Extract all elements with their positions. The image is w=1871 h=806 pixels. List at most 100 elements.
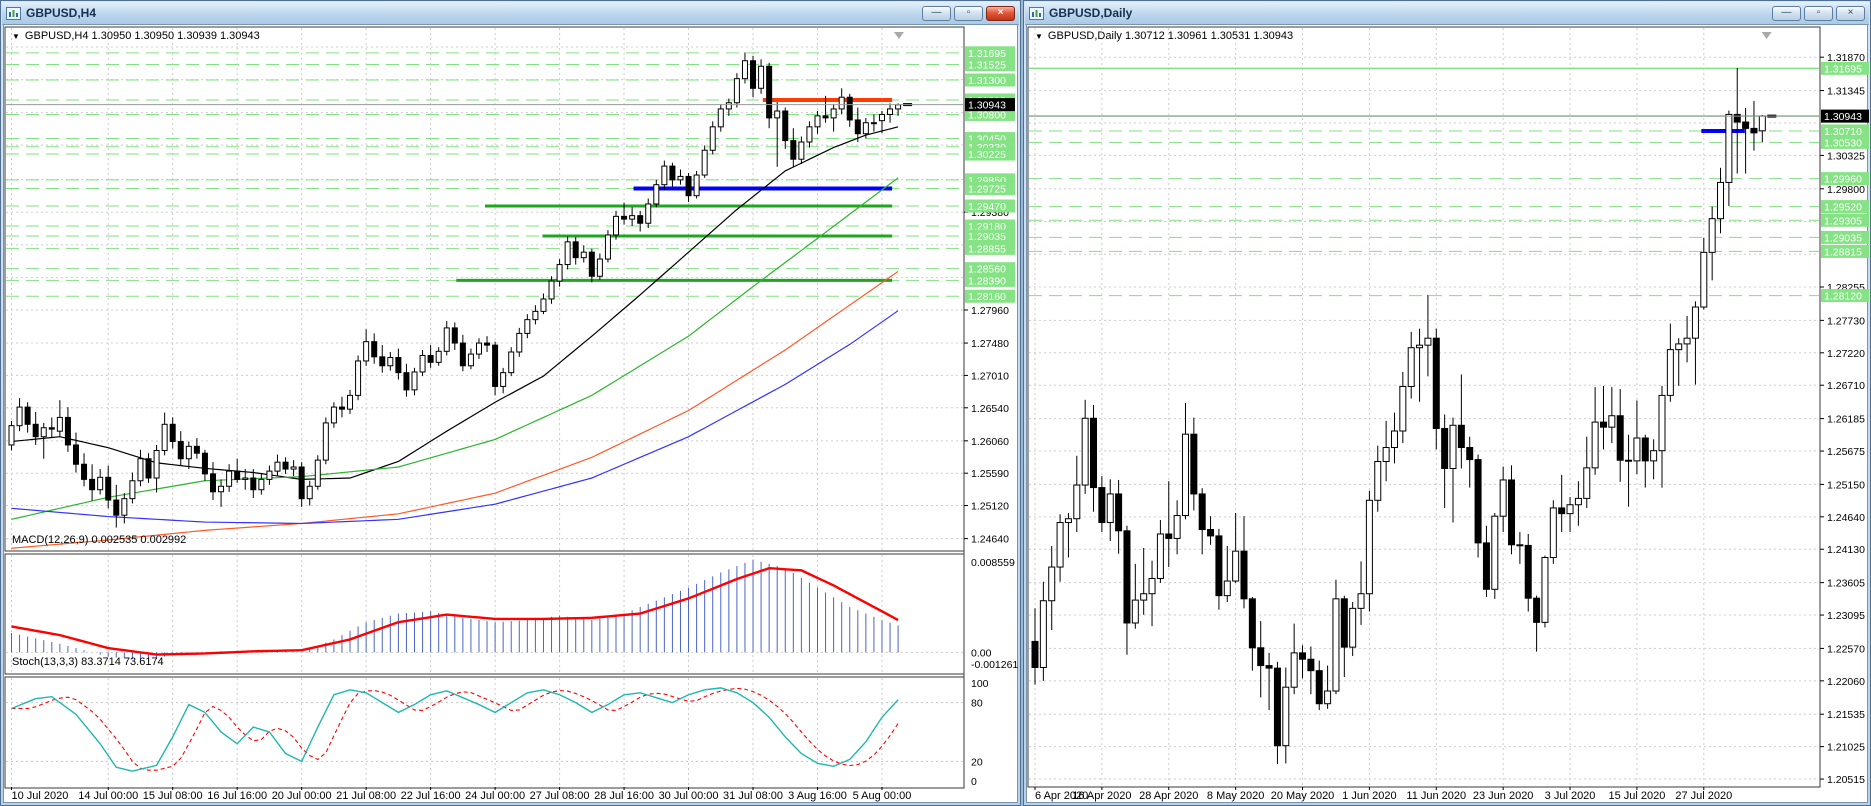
svg-text:1.27220: 1.27220 xyxy=(1827,348,1865,360)
macd-indicator-label: MACD(12,26,9) 0.002535 0.002992 xyxy=(12,534,187,546)
restore-button[interactable]: ▫ xyxy=(954,5,983,21)
window-titlebar[interactable]: GBPUSD,H4 — ▫ × xyxy=(2,2,1019,25)
svg-text:1.28390: 1.28390 xyxy=(968,275,1006,287)
svg-text:1.30530: 1.30530 xyxy=(1824,137,1862,149)
svg-text:1.27480: 1.27480 xyxy=(971,338,1009,350)
svg-text:1.30943: 1.30943 xyxy=(1824,111,1862,123)
svg-text:16 Jul 16:00: 16 Jul 16:00 xyxy=(207,790,267,802)
svg-text:-0.001261: -0.001261 xyxy=(971,659,1018,671)
daily-chart-canvas[interactable]: 1.318701.313451.303251.298001.282551.277… xyxy=(1027,25,1869,804)
svg-text:1.22570: 1.22570 xyxy=(1827,643,1865,655)
svg-text:1.28855: 1.28855 xyxy=(968,243,1006,255)
svg-text:27 Jul 2020: 27 Jul 2020 xyxy=(1675,790,1732,802)
svg-text:22 Jul 16:00: 22 Jul 16:00 xyxy=(401,790,461,802)
svg-text:20: 20 xyxy=(971,756,983,768)
svg-text:3 Aug 16:00: 3 Aug 16:00 xyxy=(788,790,847,802)
chevron-down-icon[interactable]: ▼ xyxy=(12,32,20,41)
svg-text:1.29960: 1.29960 xyxy=(1824,174,1862,186)
svg-text:1.28120: 1.28120 xyxy=(1824,291,1862,303)
close-button[interactable]: × xyxy=(986,5,1015,21)
ohlc-values: GBPUSD,Daily 1.30712 1.30961 1.30531 1.3… xyxy=(1047,30,1294,42)
chart-icon xyxy=(1029,6,1044,20)
svg-text:1.31695: 1.31695 xyxy=(1824,63,1862,75)
close-button[interactable]: × xyxy=(1836,5,1865,21)
svg-text:80: 80 xyxy=(971,698,983,710)
ohlc-info-line: ▼ GBPUSD,H4 1.30950 1.30950 1.30939 1.30… xyxy=(12,30,260,42)
svg-text:1.29035: 1.29035 xyxy=(1824,232,1862,244)
svg-text:5 Aug 00:00: 5 Aug 00:00 xyxy=(853,790,912,802)
svg-text:0.008559: 0.008559 xyxy=(971,557,1015,569)
svg-text:1.28160: 1.28160 xyxy=(968,291,1006,303)
svg-text:1.29725: 1.29725 xyxy=(968,183,1006,195)
svg-text:15 Jul 08:00: 15 Jul 08:00 xyxy=(143,790,203,802)
svg-text:1.23095: 1.23095 xyxy=(1827,610,1865,622)
svg-text:16 Apr 2020: 16 Apr 2020 xyxy=(1072,790,1131,802)
svg-text:30 Jul 00:00: 30 Jul 00:00 xyxy=(659,790,719,802)
price-axis[interactable]: 1.293801.279601.274801.270101.265401.260… xyxy=(964,46,1015,546)
ohlc-values: GBPUSD,H4 1.30950 1.30950 1.30939 1.3094… xyxy=(24,30,260,42)
svg-text:1.20515: 1.20515 xyxy=(1827,774,1865,786)
daily-chart-area[interactable]: 1.31870 1.31345 1.30325 1.29800 1.28255 1.277… xyxy=(1026,24,1869,804)
svg-text:1.28560: 1.28560 xyxy=(968,264,1006,276)
svg-text:21 Jul 08:00: 21 Jul 08:00 xyxy=(336,790,396,802)
svg-text:0.00: 0.00 xyxy=(971,647,992,659)
restore-button[interactable]: ▫ xyxy=(1804,5,1833,21)
chart-window-daily: GBPUSD,Daily — ▫ × 1.31870 1.31345 1.30325… xyxy=(1023,0,1871,806)
svg-text:1.27960: 1.27960 xyxy=(971,305,1009,317)
svg-text:1.25150: 1.25150 xyxy=(1827,479,1865,491)
svg-text:1.29305: 1.29305 xyxy=(1824,215,1862,227)
svg-text:27 Jul 08:00: 27 Jul 08:00 xyxy=(530,790,590,802)
svg-text:24 Jul 00:00: 24 Jul 00:00 xyxy=(465,790,525,802)
svg-text:1.27730: 1.27730 xyxy=(1827,315,1865,327)
svg-text:1.31345: 1.31345 xyxy=(1827,86,1865,98)
svg-text:1.24130: 1.24130 xyxy=(1827,544,1865,556)
svg-text:1.31300: 1.31300 xyxy=(968,75,1006,87)
svg-text:1.29520: 1.29520 xyxy=(1824,202,1862,214)
svg-text:14 Jul 00:00: 14 Jul 00:00 xyxy=(78,790,138,802)
minimize-button[interactable]: — xyxy=(1772,5,1801,21)
minimize-button[interactable]: — xyxy=(922,5,951,21)
chevron-down-icon[interactable]: ▼ xyxy=(1035,32,1043,41)
svg-text:1.29470: 1.29470 xyxy=(968,201,1006,213)
svg-text:0: 0 xyxy=(971,776,977,788)
pane-frames xyxy=(1027,26,1821,788)
chart-window-h4: GBPUSD,H4 — ▫ × 1.29380 1.27960 1.27480 1.2… xyxy=(0,0,1021,806)
mt4-workspace: GBPUSD,H4 — ▫ × 1.29380 1.27960 1.27480 1.2… xyxy=(0,0,1871,806)
svg-text:1 Jun 2020: 1 Jun 2020 xyxy=(1342,790,1396,802)
svg-text:1.26185: 1.26185 xyxy=(1827,414,1865,426)
svg-text:1.25590: 1.25590 xyxy=(971,468,1009,480)
svg-text:1.24640: 1.24640 xyxy=(1827,512,1865,524)
price-axis[interactable]: 1.318701.313451.303251.298001.282551.277… xyxy=(1820,52,1869,786)
h4-chart-area[interactable]: 1.29380 1.27960 1.27480 1.27010 1.26540 1.260… xyxy=(3,24,1018,803)
svg-text:28 Apr 2020: 28 Apr 2020 xyxy=(1139,790,1198,802)
svg-text:8 May 2020: 8 May 2020 xyxy=(1207,790,1264,802)
svg-text:1.22060: 1.22060 xyxy=(1827,676,1865,688)
ohlc-info-line: ▼ GBPUSD,Daily 1.30712 1.30961 1.30531 1… xyxy=(1035,30,1293,42)
svg-text:1.31525: 1.31525 xyxy=(968,60,1006,72)
svg-text:31 Jul 08:00: 31 Jul 08:00 xyxy=(723,790,783,802)
window-titlebar[interactable]: GBPUSD,Daily — ▫ × xyxy=(1025,2,1869,25)
svg-text:1.26060: 1.26060 xyxy=(971,436,1009,448)
svg-text:1.25675: 1.25675 xyxy=(1827,446,1865,458)
svg-text:1.27010: 1.27010 xyxy=(971,370,1009,382)
h4-chart-canvas[interactable]: 1.293801.279601.274801.270101.265401.260… xyxy=(4,25,1019,804)
svg-text:1.25120: 1.25120 xyxy=(971,501,1009,513)
svg-text:10 Jul 2020: 10 Jul 2020 xyxy=(12,790,69,802)
svg-text:11 Jun 2020: 11 Jun 2020 xyxy=(1406,790,1466,802)
svg-text:1.30325: 1.30325 xyxy=(1827,150,1865,162)
svg-text:1.28815: 1.28815 xyxy=(1824,246,1862,258)
time-axis[interactable]: 10 Jul 2020 14 Jul 00:00 15 Jul 08:00 16 Ju… xyxy=(11,787,912,802)
window-title: GBPUSD,Daily xyxy=(1049,6,1133,20)
time-axis[interactable]: 6 Apr 202016 Apr 2020 28 Apr 2020 8 May 20… xyxy=(1034,787,1732,802)
svg-text:1.24640: 1.24640 xyxy=(971,534,1009,546)
stoch-indicator-label: Stoch(13,3,3) 83.3714 73.6174 xyxy=(12,656,164,668)
svg-text:28 Jul 16:00: 28 Jul 16:00 xyxy=(594,790,654,802)
svg-text:100: 100 xyxy=(971,678,989,690)
svg-text:3 Jul 2020: 3 Jul 2020 xyxy=(1545,790,1596,802)
svg-text:1.31695: 1.31695 xyxy=(968,48,1006,60)
svg-text:15 Jul 2020: 15 Jul 2020 xyxy=(1608,790,1665,802)
svg-text:1.26710: 1.26710 xyxy=(1827,380,1865,392)
svg-text:1.30943: 1.30943 xyxy=(968,100,1006,112)
svg-text:1.29035: 1.29035 xyxy=(968,231,1006,243)
svg-text:1.21535: 1.21535 xyxy=(1827,709,1865,721)
